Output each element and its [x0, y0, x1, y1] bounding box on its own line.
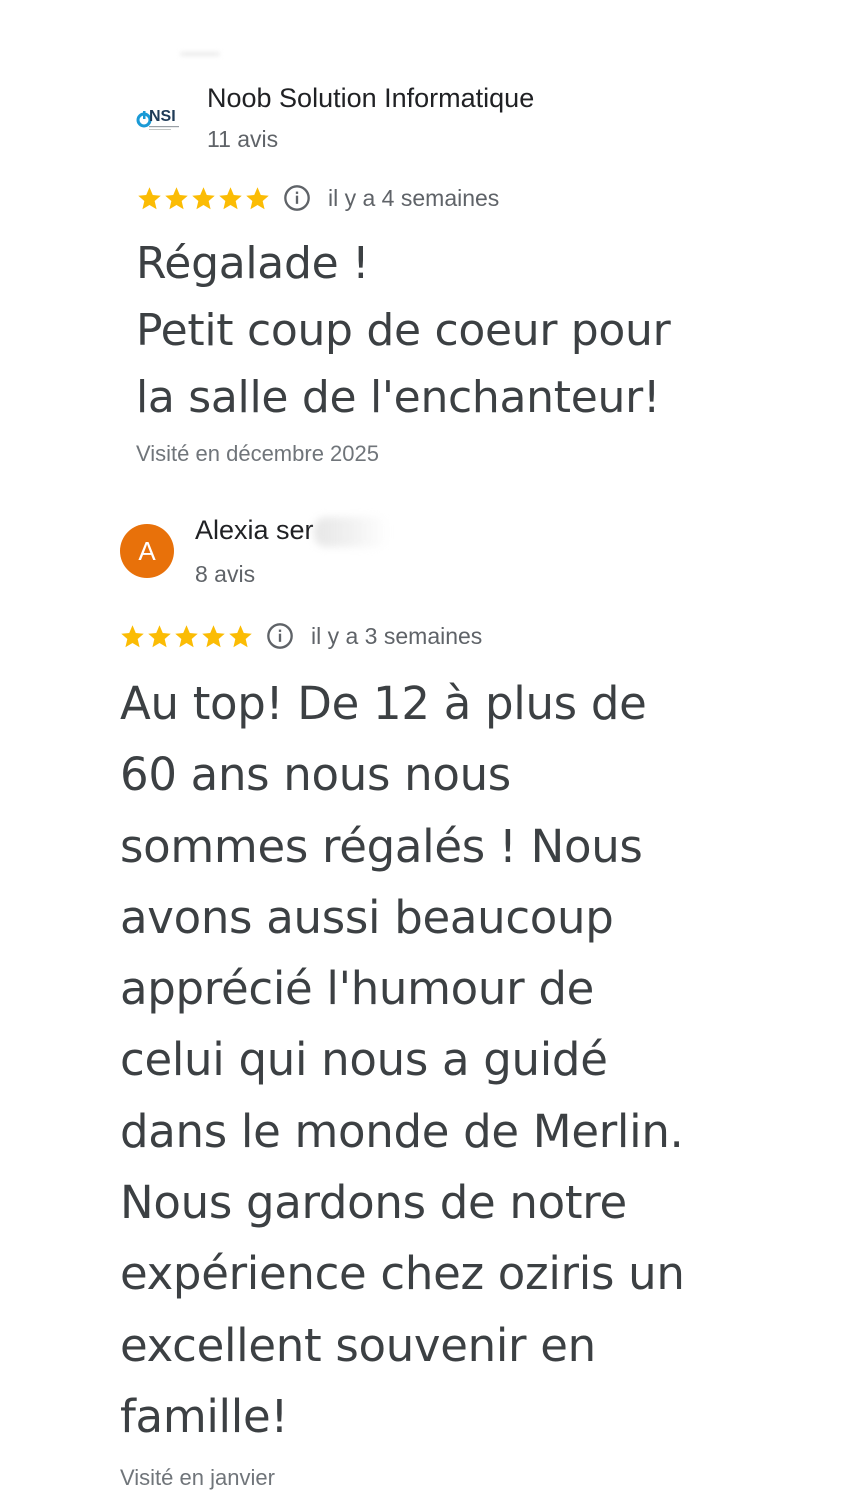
author-name-text: Alexia ser: [195, 515, 314, 545]
star-icon: [148, 624, 171, 647]
redacted-name-blur: [313, 516, 389, 547]
star-icon: [121, 624, 144, 647]
author-review-count[interactable]: 8 avis: [195, 561, 255, 588]
review-date: il y a 3 semaines: [311, 622, 483, 649]
rating-row: il y a 3 semaines: [119, 620, 482, 652]
star-icon: [202, 624, 225, 647]
author-avatar[interactable]: A: [120, 524, 174, 578]
star-icon: [175, 624, 198, 647]
review-card: A Alexia ser 8 avis il y a 3 semaines Au…: [0, 0, 844, 1500]
author-name[interactable]: Alexia ser: [195, 515, 389, 547]
review-text: Au top! De 12 à plus de 60 ans nous nous…: [120, 677, 685, 1443]
info-icon[interactable]: [266, 622, 294, 650]
avatar-letter: A: [138, 536, 156, 566]
visit-date: Visité en janvier: [120, 1465, 275, 1490]
star-rating: [119, 623, 254, 650]
star-icon: [229, 624, 252, 647]
